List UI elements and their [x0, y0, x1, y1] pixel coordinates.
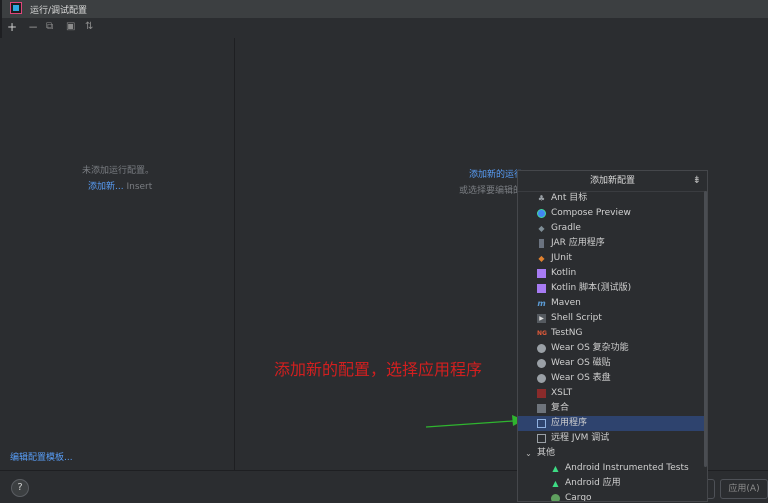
empty-config-text: 未添加运行配置。 [82, 166, 155, 176]
compound-icon [537, 404, 546, 413]
junit-icon: ◆ [538, 254, 545, 263]
add-new-link[interactable]: 添加新... [88, 182, 124, 192]
application-icon [537, 419, 546, 428]
list-item-junit[interactable]: ◆ JUnit [518, 251, 704, 266]
folder-icon[interactable]: ▣ [66, 20, 75, 34]
list-item-android-app[interactable]: ▲ Android 应用 [518, 476, 704, 491]
select-config-hint: 或选择要编辑的 [459, 186, 521, 196]
window-title: 运行/调试配置 [30, 6, 88, 16]
list-item-wear-os-complication[interactable]: Wear OS 复杂功能 [518, 341, 704, 356]
add-new-config-popup: 添加新配置 ⇟ ♣ Ant 目标 Compose Preview ◆ Gradl… [517, 170, 708, 502]
list-item-wear-os-tile[interactable]: Wear OS 磁贴 [518, 356, 704, 371]
popup-title: 添加新配置 [589, 176, 635, 186]
kotlin-icon [537, 269, 546, 278]
list-item-cargo[interactable]: Cargo [518, 491, 704, 501]
list-item-remote-jvm-debug[interactable]: 远程 JVM 调试 [518, 431, 704, 446]
ant-icon: ♣ [537, 194, 546, 203]
shell-icon: ▶ [537, 314, 546, 323]
wear-os-icon [537, 374, 546, 383]
list-item-ant[interactable]: ♣ Ant 目标 [518, 191, 704, 206]
list-item-maven[interactable]: m Maven [518, 296, 704, 311]
sort-icon[interactable]: ⇅ [85, 20, 93, 34]
list-item-android-instrumented-tests[interactable]: ▲ Android Instrumented Tests [518, 461, 704, 476]
list-item-compound[interactable]: 复合 [518, 401, 704, 416]
copy-icon[interactable]: ⧉ [46, 20, 53, 34]
list-item-compose-preview[interactable]: Compose Preview [518, 206, 704, 221]
list-item-application[interactable]: 应用程序 [518, 416, 704, 431]
compose-icon [537, 209, 546, 218]
list-item-kotlin[interactable]: Kotlin [518, 266, 704, 281]
gradle-icon: ◆ [538, 224, 545, 233]
annotation-text: 添加新的配置，选择应用程序 [274, 360, 483, 379]
list-item-kotlin-script[interactable]: Kotlin 脚本(测试版) [518, 281, 704, 296]
collapse-all-icon[interactable]: ⇟ [693, 171, 701, 191]
config-type-list: ♣ Ant 目标 Compose Preview ◆ Gradle JAR 应用… [518, 191, 704, 501]
add-run-config-link[interactable]: 添加新的运行 [469, 167, 521, 180]
maven-icon: m [537, 299, 546, 308]
list-item-gradle[interactable]: ◆ Gradle [518, 221, 704, 236]
testng-icon: NG [537, 330, 547, 337]
add-new-row: 添加新... Insert [88, 179, 152, 192]
config-tree-pane [0, 38, 235, 470]
android-icon: ▲ [552, 479, 559, 488]
list-item-shell-script[interactable]: ▶ Shell Script [518, 311, 704, 326]
popup-title-bar: 添加新配置 ⇟ [518, 171, 707, 192]
intellij-app-icon [10, 2, 22, 14]
list-item-testng[interactable]: NG TestNG [518, 326, 704, 341]
annotation-arrow-icon [425, 415, 524, 428]
wear-os-icon [537, 344, 546, 353]
edit-templates-link[interactable]: 编辑配置模板... [10, 450, 73, 463]
kotlin-script-icon [537, 284, 546, 293]
chevron-down-icon: ⌄ [525, 449, 532, 458]
list-item-wear-os-watchface[interactable]: Wear OS 表盘 [518, 371, 704, 386]
xslt-icon [537, 389, 546, 398]
insert-shortcut-hint: Insert [126, 182, 153, 192]
jar-icon [539, 239, 544, 248]
config-toolbar: + − ⧉ ▣ ⇅ [0, 18, 234, 38]
title-bar: 运行/调试配置 [0, 0, 768, 18]
apply-button[interactable]: 应用(A) [720, 479, 768, 499]
list-item-jar[interactable]: JAR 应用程序 [518, 236, 704, 251]
list-item-xslt[interactable]: XSLT [518, 386, 704, 401]
wear-os-icon [537, 359, 546, 368]
help-button[interactable]: ? [11, 479, 29, 497]
cargo-icon [551, 494, 560, 501]
remove-icon[interactable]: − [28, 20, 38, 34]
list-group-other[interactable]: ⌄ 其他 [518, 446, 704, 461]
add-icon[interactable]: + [7, 20, 17, 34]
android-icon: ▲ [552, 464, 559, 473]
popup-scrollbar[interactable] [704, 191, 707, 467]
remote-jvm-icon [537, 434, 546, 443]
